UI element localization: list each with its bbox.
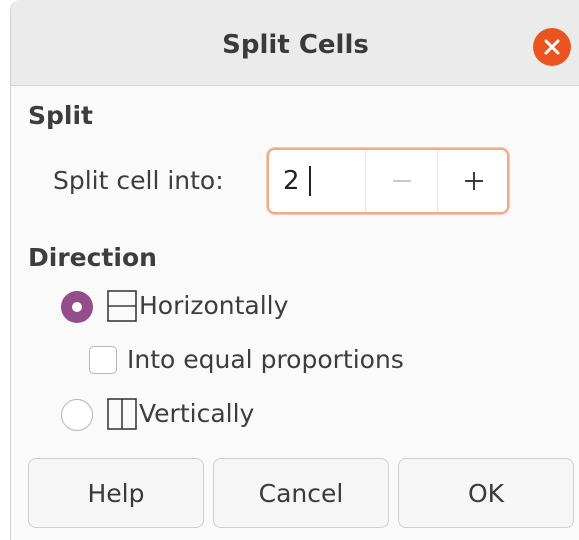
ok-button[interactable]: OK <box>398 458 574 528</box>
increment-button[interactable] <box>437 150 509 212</box>
vertical-label[interactable]: Vertically <box>139 399 254 428</box>
split-horizontal-icon <box>107 290 137 322</box>
help-button-label: Help <box>87 478 145 508</box>
text-caret <box>309 166 311 196</box>
split-count-spinbox: 2 <box>267 148 509 214</box>
equal-proportions-checkbox[interactable] <box>89 346 117 374</box>
title-bar: Split Cells <box>11 0 579 86</box>
dialog-title: Split Cells <box>222 30 369 60</box>
direction-section-label: Direction <box>28 243 157 272</box>
split-count-input[interactable]: 2 <box>283 166 300 196</box>
equal-proportions-label[interactable]: Into equal proportions <box>127 345 404 374</box>
decrement-button[interactable] <box>365 150 437 212</box>
help-button[interactable]: Help <box>28 458 204 528</box>
split-cells-dialog: Split Cells Split Split cell into: 2 Dir… <box>10 0 579 540</box>
close-icon <box>544 39 560 55</box>
ok-button-label: OK <box>467 478 505 508</box>
close-button[interactable] <box>533 28 571 66</box>
plus-icon <box>464 172 483 190</box>
split-section-label: Split <box>28 101 93 130</box>
split-cell-into-label: Split cell into: <box>53 166 224 195</box>
minus-icon <box>392 180 411 182</box>
horizontal-label[interactable]: Horizontally <box>139 291 288 320</box>
vertical-radio[interactable] <box>61 399 93 431</box>
horizontal-radio[interactable] <box>61 291 93 323</box>
cancel-button-label: Cancel <box>258 478 344 508</box>
cancel-button[interactable]: Cancel <box>213 458 389 528</box>
split-vertical-icon <box>107 398 137 430</box>
